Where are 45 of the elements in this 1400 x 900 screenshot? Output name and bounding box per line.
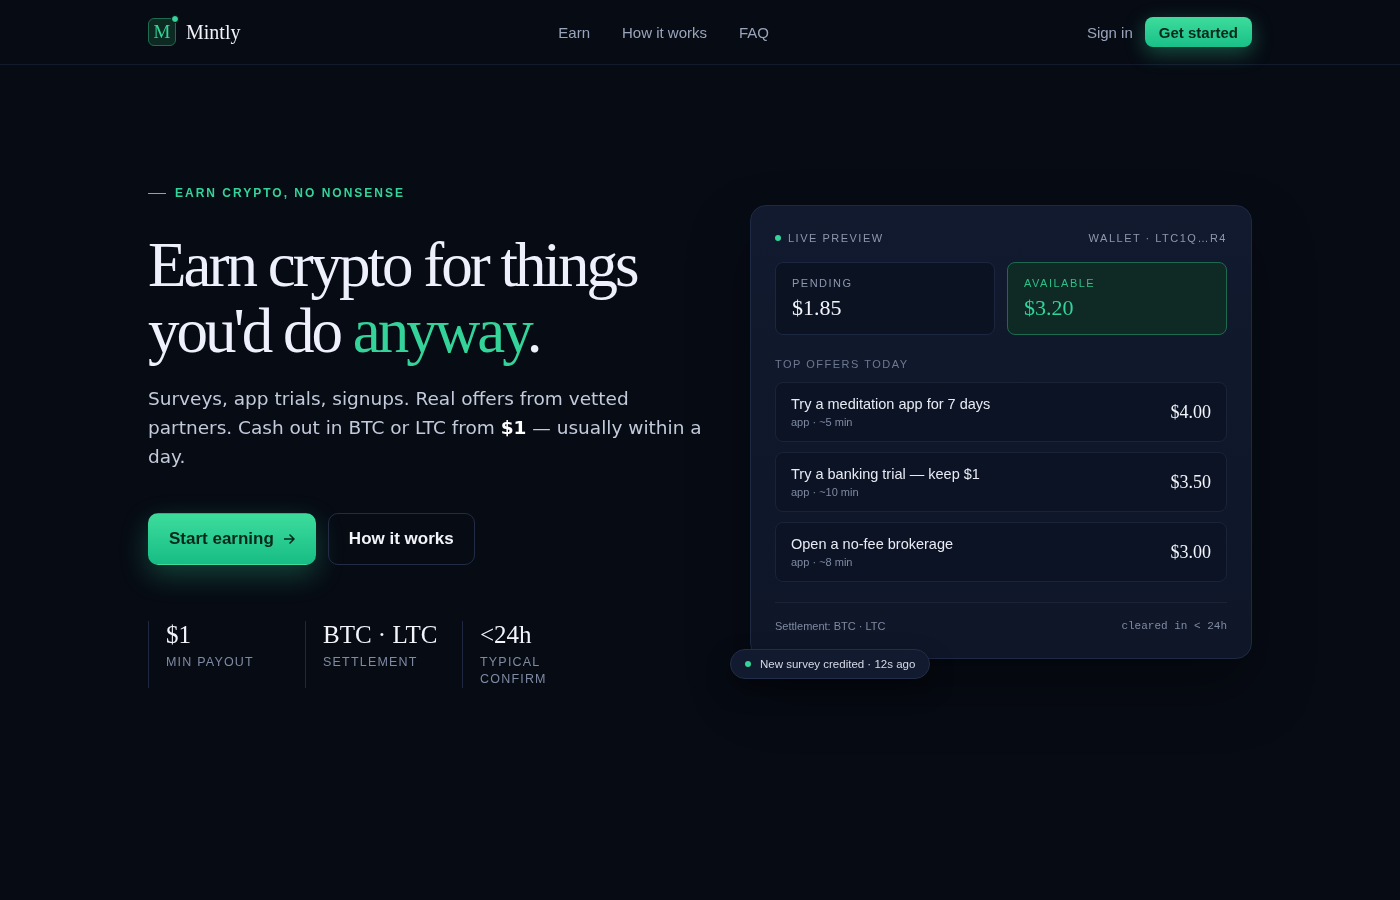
stat-label: MIN PAYOUT [166, 654, 255, 671]
cleared-note: cleared in < 24h [1121, 620, 1227, 632]
offer-meta: app · ~10 min [791, 486, 860, 498]
eyebrow-text: EARN CRYPTO, NO NONSENSE [175, 186, 406, 200]
nav-link[interactable]: FAQ [739, 23, 770, 41]
live-preview-label: LIVE PREVIEW [788, 232, 884, 244]
offer-title: Open a no-fee brokerage [791, 536, 954, 552]
stat-label: TYPICAL CONFIRM [480, 654, 548, 688]
offer-row[interactable]: Open a no-fee brokerage app · ~8 min $3.00 [775, 522, 1227, 582]
status-dot-icon [745, 661, 751, 667]
offer-row[interactable]: Try a meditation app for 7 days app · ~5 min $4.00 [775, 382, 1227, 442]
offer-title: Try a banking trial — keep $1 [791, 466, 980, 482]
offer-reward: $3.50 [1170, 471, 1211, 493]
offer-meta: app · ~5 min [791, 416, 854, 428]
wallet-address: WALLET · LTC1Q…R4 [1088, 232, 1227, 244]
stat-value: <24h [480, 621, 533, 649]
eyebrow-rule [148, 192, 166, 194]
nav-link[interactable]: How it works [622, 23, 708, 41]
offer-reward: $3.00 [1170, 541, 1211, 563]
offer-row[interactable]: Try a banking trial — keep $1 app · ~10 min $3.50 [775, 452, 1227, 512]
how-it-works-button[interactable]: How it works [327, 513, 475, 565]
sign-in-link[interactable]: Sign in [1086, 23, 1133, 41]
get-started-button[interactable]: Get started [1144, 17, 1252, 47]
logo-mark[interactable]: M [148, 18, 176, 46]
live-dot-icon [775, 235, 781, 241]
start-earning-button[interactable]: Start earning [148, 513, 316, 565]
nav-link[interactable]: Earn [558, 23, 590, 41]
status-dot-icon [171, 15, 179, 23]
hero-headline: Earn crypto for things you'd do anyway. [148, 232, 639, 364]
offer-reward: $4.00 [1170, 401, 1211, 423]
brand-name[interactable]: Mintly [186, 20, 241, 44]
stat-label: SETTLEMENT [323, 654, 419, 671]
arrow-right-icon [283, 534, 295, 544]
stat-value: $1 [166, 621, 192, 649]
balance-label: PENDING [792, 277, 854, 289]
balance-label: AVAILABLE [1024, 277, 1097, 289]
offers-heading: TOP OFFERS TODAY [775, 358, 910, 370]
balance-amount: $3.20 [1024, 295, 1075, 321]
offer-meta: app · ~8 min [791, 556, 854, 568]
balance-amount: $1.85 [792, 295, 843, 321]
offer-title: Try a meditation app for 7 days [791, 396, 991, 412]
stat-value: BTC · LTC [323, 621, 439, 649]
hero-description: Surveys, app trials, signups. Real offers from vetted partners. Cash out in BTC or LTC from $1 — usually within a day. [148, 387, 703, 469]
settlement-note: Settlement: BTC · LTC [775, 620, 886, 632]
toast-message: New survey credited · 12s ago [760, 658, 916, 670]
